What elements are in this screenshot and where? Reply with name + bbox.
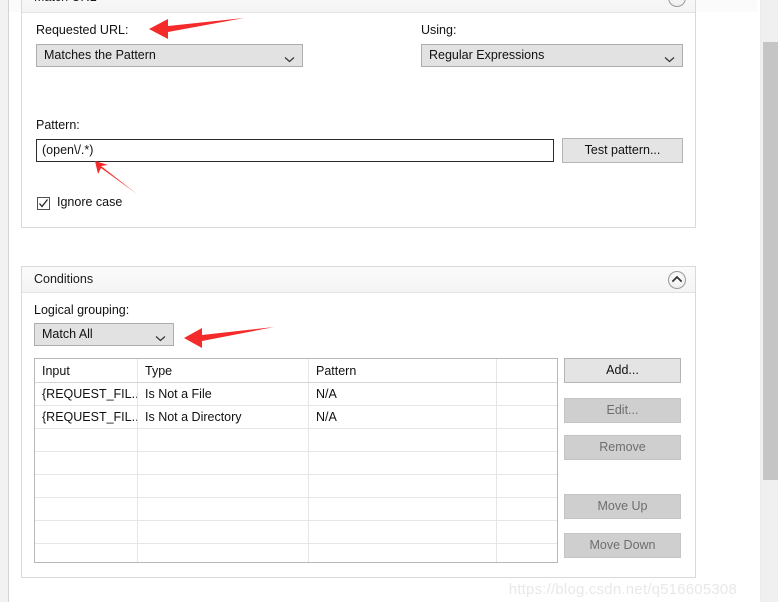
edit-condition-button[interactable]: Edit... <box>564 398 681 423</box>
table-cell[interactable]: Is Not a Directory <box>137 405 309 429</box>
table-cell-empty[interactable] <box>496 451 557 475</box>
table-cell-empty[interactable] <box>137 428 309 452</box>
table-cell-empty[interactable] <box>308 474 497 498</box>
table-cell-empty[interactable] <box>35 543 138 562</box>
table-cell[interactable]: N/A <box>308 382 497 406</box>
ignore-case-checkbox[interactable] <box>37 197 50 210</box>
conditions-panel-header <box>22 267 695 293</box>
table-cell-empty[interactable] <box>137 543 309 562</box>
add-condition-button[interactable]: Add... <box>564 358 681 383</box>
requested-url-value: Matches the Pattern <box>44 48 156 62</box>
table-cell-empty[interactable] <box>308 543 497 562</box>
vertical-scrollbar-thumb[interactable] <box>763 42 778 480</box>
using-value: Regular Expressions <box>429 48 545 62</box>
table-cell-empty[interactable] <box>308 497 497 521</box>
using-label: Using: <box>421 23 457 37</box>
table-cell-empty[interactable] <box>35 497 138 521</box>
dialog-content-area: Match URL Match URL Requested URL: Match… <box>9 0 757 602</box>
table-cell-empty[interactable] <box>137 451 309 475</box>
column-header-extra[interactable] <box>496 359 557 383</box>
watermark-text: https://blog.csdn.net/q516605308 <box>508 581 737 598</box>
using-combobox[interactable]: Regular Expressions <box>421 44 683 67</box>
pattern-input-value: (open\/.*) <box>42 143 94 157</box>
logical-grouping-value: Match All <box>42 327 93 341</box>
table-cell-empty[interactable] <box>35 428 138 452</box>
move-up-button[interactable]: Move Up <box>564 494 681 519</box>
logical-grouping-combobox[interactable]: Match All <box>34 323 174 346</box>
requested-url-label: Requested URL: <box>36 23 129 37</box>
table-row-empty[interactable] <box>35 520 557 544</box>
chevron-down-icon <box>284 52 295 66</box>
left-gutter-strip <box>0 0 9 602</box>
column-header-input[interactable]: Input <box>35 359 138 383</box>
conditions-panel: Conditions Logical grouping: Match All I… <box>21 266 696 578</box>
ignore-case-label: Ignore case <box>57 195 123 209</box>
test-pattern-button[interactable]: Test pattern... <box>562 138 683 163</box>
table-cell-empty[interactable] <box>496 474 557 498</box>
match-url-panel-header <box>22 0 695 13</box>
table-cell-empty[interactable] <box>496 520 557 544</box>
table-cell-empty[interactable] <box>137 497 309 521</box>
pattern-label: Pattern: <box>36 118 80 132</box>
table-row-empty[interactable] <box>35 474 557 498</box>
chevron-up-glyph <box>672 0 682 1</box>
table-cell-empty[interactable] <box>308 451 497 475</box>
table-cell-empty[interactable] <box>308 428 497 452</box>
match-url-panel-title: Match URL <box>34 0 97 4</box>
checkmark-icon <box>39 199 48 208</box>
table-header-row: Input Type Pattern <box>35 359 557 383</box>
table-cell[interactable] <box>496 382 557 406</box>
table-cell-empty[interactable] <box>35 451 138 475</box>
logical-grouping-label: Logical grouping: <box>34 303 130 317</box>
table-cell-empty[interactable] <box>496 428 557 452</box>
chevron-up-icon[interactable] <box>668 271 686 289</box>
table-cell-empty[interactable] <box>308 520 497 544</box>
table-row[interactable]: {REQUEST_FIL... Is Not a Directory N/A <box>35 405 557 429</box>
conditions-table-body: {REQUEST_FIL... Is Not a File N/A {REQUEST_… <box>35 382 557 562</box>
table-cell-empty[interactable] <box>496 497 557 521</box>
column-header-pattern[interactable]: Pattern <box>308 359 497 383</box>
table-cell[interactable]: {REQUEST_FIL... <box>35 382 138 406</box>
pattern-input[interactable]: (open\/.*) <box>36 139 554 162</box>
chevron-up-glyph <box>672 275 682 283</box>
table-cell-empty[interactable] <box>35 520 138 544</box>
column-header-type[interactable]: Type <box>137 359 309 383</box>
table-cell[interactable]: Is Not a File <box>137 382 309 406</box>
match-url-panel: Match URL Requested URL: Matches the Pat… <box>21 0 696 228</box>
table-row-empty[interactable] <box>35 428 557 452</box>
remove-condition-button[interactable]: Remove <box>564 435 681 460</box>
conditions-panel-title: Conditions <box>34 272 94 286</box>
table-row-empty[interactable] <box>35 451 557 475</box>
table-cell-empty[interactable] <box>496 543 557 562</box>
table-row-empty[interactable] <box>35 543 557 562</box>
table-cell-empty[interactable] <box>137 520 309 544</box>
table-cell[interactable]: N/A <box>308 405 497 429</box>
chevron-down-icon <box>664 52 675 66</box>
table-cell[interactable] <box>496 405 557 429</box>
move-down-button[interactable]: Move Down <box>564 533 681 558</box>
conditions-table: Input Type Pattern {REQUEST_FIL... Is Not… <box>35 359 557 562</box>
requested-url-combobox[interactable]: Matches the Pattern <box>36 44 303 67</box>
table-cell-empty[interactable] <box>137 474 309 498</box>
table-row[interactable]: {REQUEST_FIL... Is Not a File N/A <box>35 382 557 406</box>
table-cell[interactable]: {REQUEST_FIL... <box>35 405 138 429</box>
chevron-down-icon <box>155 331 166 345</box>
table-cell-empty[interactable] <box>35 474 138 498</box>
conditions-grid[interactable]: Input Type Pattern {REQUEST_FIL... Is Not… <box>34 358 558 563</box>
table-row-empty[interactable] <box>35 497 557 521</box>
vertical-scrollbar[interactable] <box>760 0 778 602</box>
